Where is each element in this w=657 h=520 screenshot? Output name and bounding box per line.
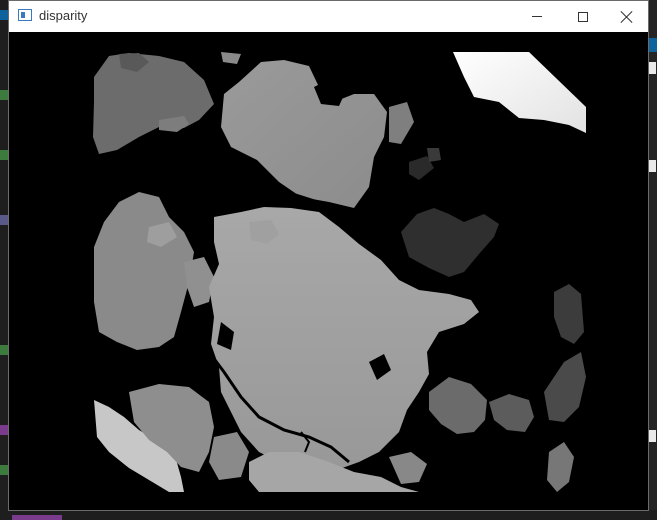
maximize-icon: [578, 11, 588, 22]
close-icon: [621, 11, 633, 23]
window-title: disparity: [39, 8, 88, 23]
close-button[interactable]: [604, 1, 650, 32]
minimize-icon: [532, 16, 542, 17]
disparity-window[interactable]: disparity: [8, 0, 649, 511]
opencv-window-icon: [18, 9, 32, 21]
image-canvas: [9, 32, 648, 510]
background-editor-strip: [0, 0, 8, 520]
maximize-button[interactable]: [560, 1, 606, 32]
background-taskbar-strip: [0, 510, 657, 520]
disparity-map-image: [93, 52, 586, 492]
minimize-button[interactable]: [514, 1, 560, 32]
title-bar[interactable]: disparity: [9, 1, 648, 32]
